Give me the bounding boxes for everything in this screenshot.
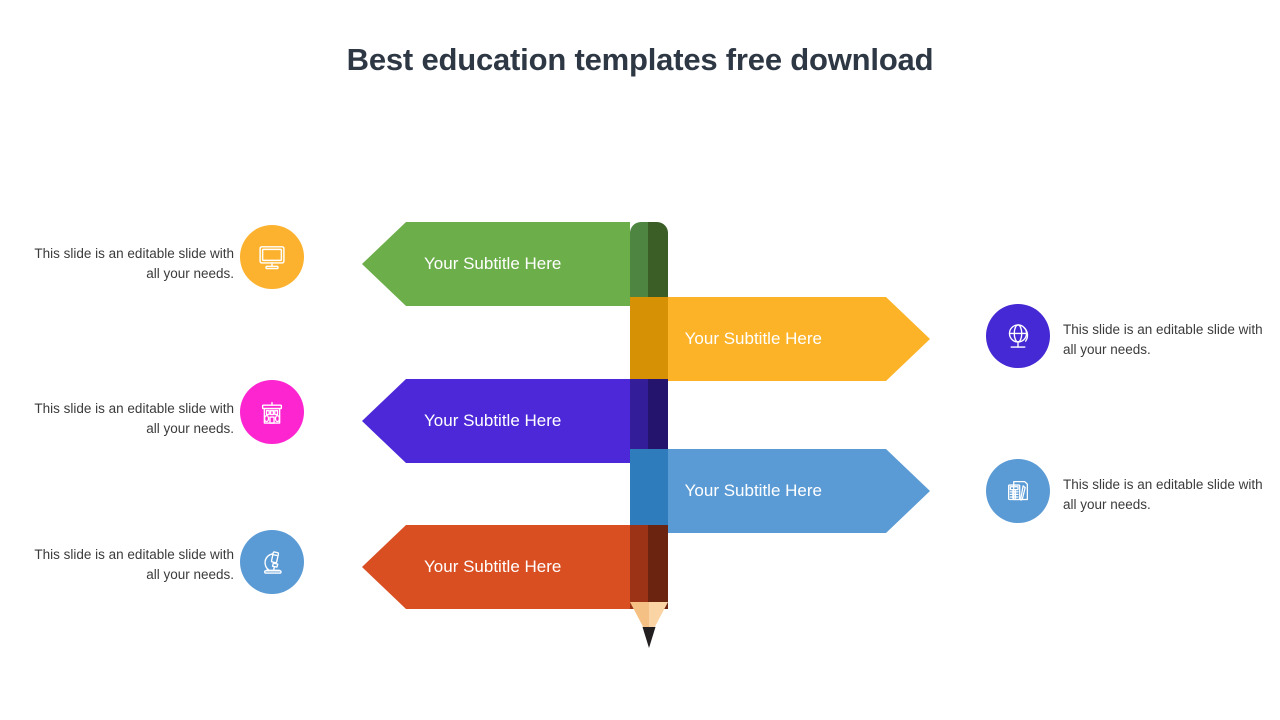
arrow-row-red[interactable]: Your Subtitle Here xyxy=(362,525,630,609)
arrow-row-blue[interactable]: Your Subtitle Here xyxy=(630,449,930,533)
arrow-label-blue: Your Subtitle Here xyxy=(684,481,822,500)
icon-circle-microscope[interactable] xyxy=(240,530,304,594)
globe-icon xyxy=(1008,324,1029,348)
pencil-segment-green xyxy=(630,222,668,306)
arrow-row-orange[interactable]: Your Subtitle Here xyxy=(630,297,930,381)
icon-circle-school[interactable] xyxy=(240,380,304,444)
pencil-band-dark xyxy=(648,525,668,609)
arrow-label-orange: Your Subtitle Here xyxy=(684,329,822,348)
arrow-label-green: Your Subtitle Here xyxy=(424,254,562,273)
monitor-icon xyxy=(259,246,285,270)
pencil-segment-red xyxy=(630,525,668,609)
description-red: This slide is an editable slide with all… xyxy=(34,547,234,582)
description-purple: This slide is an editable slide with all… xyxy=(34,401,234,436)
description-blue: This slide is an editable slide with all… xyxy=(1063,477,1263,512)
vertical-pencil-graphic xyxy=(630,222,668,648)
microscope-icon xyxy=(264,551,282,574)
pencil-band-dark xyxy=(648,297,668,381)
pencil-segment-orange xyxy=(630,297,668,381)
calculator-document-icon xyxy=(1008,481,1028,501)
pencil-band-mid xyxy=(630,297,648,381)
arrow-label-red: Your Subtitle Here xyxy=(424,557,562,576)
pencil-band-mid xyxy=(630,222,648,306)
pencil-band-dark xyxy=(648,222,668,306)
school-building-icon xyxy=(261,401,283,424)
pencil-band-mid xyxy=(630,525,648,609)
arrow-row-green[interactable]: Your Subtitle Here xyxy=(362,222,630,306)
description-orange: This slide is an editable slide with all… xyxy=(1063,322,1263,357)
description-green: This slide is an editable slide with all… xyxy=(34,246,234,281)
pencil-tip xyxy=(630,602,668,648)
pencil-segment-blue xyxy=(630,449,668,533)
icon-circle-globe[interactable] xyxy=(986,304,1050,368)
infographic-stage: Your Subtitle Here This slide is an edit… xyxy=(0,0,1280,720)
icon-circle-calculator[interactable] xyxy=(986,459,1050,523)
arrow-label-purple: Your Subtitle Here xyxy=(424,411,562,430)
pencil-band-dark xyxy=(648,449,668,533)
arrow-row-purple[interactable]: Your Subtitle Here xyxy=(362,379,630,463)
icon-circle-monitor[interactable] xyxy=(240,225,304,289)
pencil-band-mid xyxy=(630,449,648,533)
